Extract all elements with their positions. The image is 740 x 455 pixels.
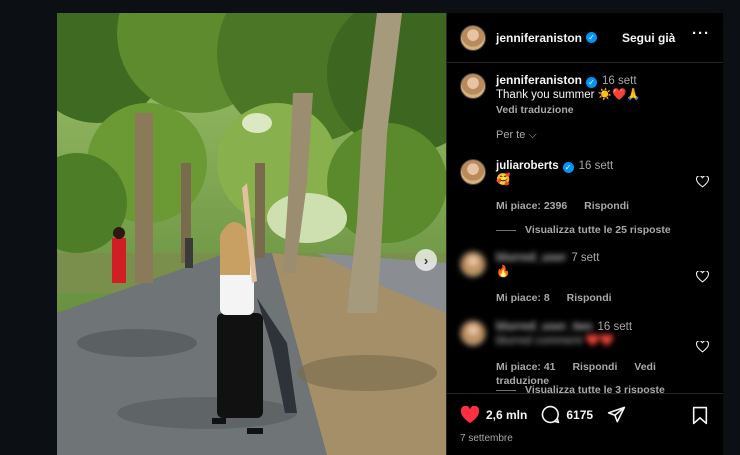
more-options-icon[interactable]: ···	[692, 25, 710, 42]
post-modal: › jenniferaniston ✓ Segui già ··· jennif…	[57, 13, 723, 455]
comment-sort-dropdown[interactable]: Per te ⌵	[496, 129, 537, 142]
commenter-username[interactable]: blurred_user_two	[496, 321, 593, 333]
commenter-username[interactable]: blurred_user	[496, 252, 566, 264]
caption-avatar[interactable]	[460, 73, 486, 99]
replies-divider	[496, 389, 516, 391]
reply-button[interactable]: Rispondi	[584, 200, 629, 212]
replies-divider	[496, 229, 516, 231]
next-image-button[interactable]: ›	[415, 249, 437, 271]
verified-badge-icon: ✓	[586, 77, 598, 88]
caption-author[interactable]: jenniferaniston	[496, 73, 582, 87]
comment-bubble-icon[interactable]	[541, 405, 560, 424]
comment-likes[interactable]: Mi piace: 8	[496, 292, 550, 304]
author-avatar[interactable]	[460, 24, 486, 51]
reply-button[interactable]: Rispondi	[572, 361, 617, 373]
reply-button[interactable]: Rispondi	[567, 292, 612, 304]
share-send-icon[interactable]	[607, 405, 626, 424]
post-side-panel: jenniferaniston ✓ Segui già ··· jennifer…	[446, 13, 723, 455]
like-comment-heart-icon[interactable]	[696, 176, 709, 188]
commenter-avatar[interactable]	[460, 251, 486, 277]
commenter-username[interactable]: juliaroberts	[496, 160, 559, 172]
commenter-avatar[interactable]	[460, 159, 486, 185]
caption-text: Thank you summer ☀️❤️🙏	[496, 89, 641, 101]
commenter-avatar[interactable]	[460, 320, 486, 346]
comment-item: juliaroberts ✓ 16 sett 🥰 Mi piace: 2396 Ri…	[460, 159, 715, 213]
caption-time[interactable]: 16 sett	[602, 75, 637, 87]
park-photo-illustration	[57, 13, 446, 455]
see-translation-link[interactable]: Vedi traduzione	[496, 103, 715, 117]
comment-likes[interactable]: Mi piace: 2396	[496, 200, 567, 212]
like-comment-heart-icon[interactable]	[696, 341, 709, 353]
post-photo[interactable]: ›	[57, 13, 446, 455]
save-bookmark-icon[interactable]	[692, 406, 708, 425]
verified-badge-icon: ✓	[562, 162, 574, 173]
comment-time[interactable]: 7 sett	[571, 252, 599, 264]
view-replies-link[interactable]: Visualizza tutte le 25 risposte	[496, 224, 671, 236]
comment-text: 🔥	[496, 266, 511, 278]
comment-item: blurred_user 7 sett 🔥 Mi piace: 8 Rispond…	[460, 251, 715, 305]
view-replies-label[interactable]: Visualizza tutte le 25 risposte	[525, 224, 671, 236]
comment-time[interactable]: 16 sett	[579, 160, 614, 172]
like-heart-icon[interactable]	[460, 405, 480, 424]
like-comment-heart-icon[interactable]	[696, 271, 709, 283]
post-actions-bar: 2,6 mln 6175 7 settembre	[447, 393, 723, 455]
comment-text: blurred comment ❤️❤️	[496, 335, 615, 347]
following-button[interactable]: Segui già	[622, 31, 675, 45]
comment-text: 🥰	[496, 174, 511, 186]
post-header: jenniferaniston ✓ Segui già ···	[447, 13, 723, 63]
author-username[interactable]: jenniferaniston	[496, 31, 582, 45]
comment-count[interactable]: 6175	[566, 408, 593, 422]
dimmed-backdrop[interactable]	[0, 0, 57, 455]
comment-time[interactable]: 16 sett	[598, 321, 633, 333]
comment-item: blurred_user_two 16 sett blurred comment …	[460, 320, 715, 388]
caption: jenniferaniston ✓ 16 sett Thank you summer…	[460, 73, 715, 117]
comment-likes[interactable]: Mi piace: 41	[496, 361, 556, 373]
like-count[interactable]: 2,6 mln	[486, 408, 527, 422]
verified-badge-icon: ✓	[586, 32, 598, 43]
post-date[interactable]: 7 settembre	[460, 433, 513, 444]
